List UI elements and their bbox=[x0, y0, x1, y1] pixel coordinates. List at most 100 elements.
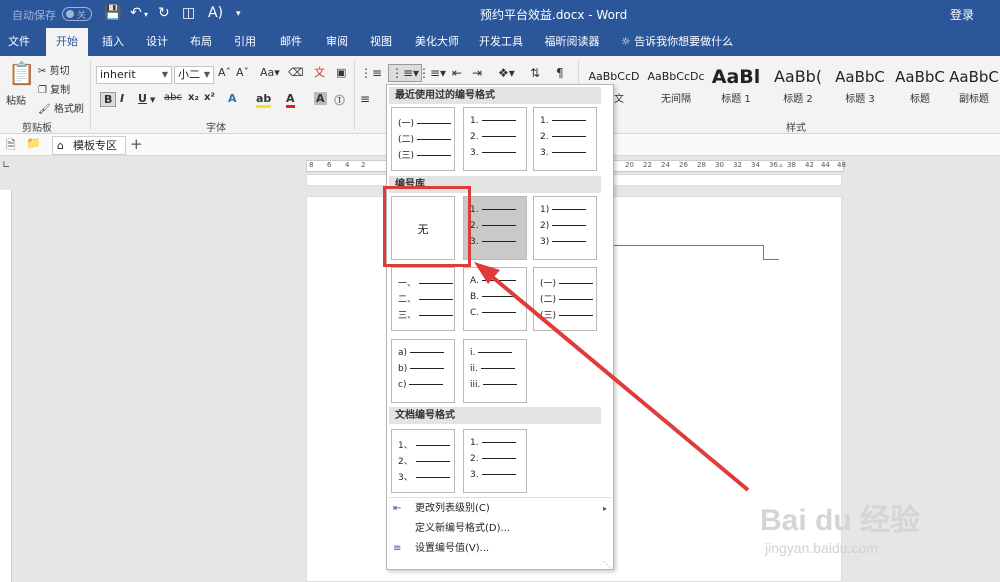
save-icon[interactable]: 💾 bbox=[104, 5, 121, 21]
text-effects-icon[interactable]: A bbox=[228, 92, 237, 105]
list-row: 3. bbox=[540, 148, 586, 158]
paste-button[interactable]: 粘贴 bbox=[6, 92, 26, 107]
number-label: 3) bbox=[540, 237, 550, 247]
numbering-format-cell[interactable]: a) b) c) bbox=[391, 339, 455, 403]
list-row: 3. bbox=[470, 148, 516, 158]
define-new-format-item[interactable]: 定义新编号格式(D)... bbox=[387, 519, 613, 539]
set-numbering-value-item[interactable]: ≡ 设置编号值(V)... bbox=[387, 539, 613, 559]
tab-selector-icon[interactable]: ∟ bbox=[2, 160, 10, 171]
style-subtitle[interactable]: AaBbC 副标题 bbox=[948, 64, 1000, 112]
tab-insert[interactable]: 插入 bbox=[96, 28, 130, 56]
folder-icon[interactable]: 📁 bbox=[26, 136, 41, 150]
sort-icon[interactable]: ⇅ bbox=[530, 66, 540, 80]
login-link[interactable]: 登录 bbox=[950, 6, 974, 23]
chinese-layout-icon[interactable]: ❖▾ bbox=[498, 66, 515, 80]
ruler-number: 4 bbox=[345, 161, 350, 169]
print-preview-icon[interactable]: ◫ bbox=[182, 5, 195, 21]
numbering-format-cell[interactable]: A. B. C. bbox=[463, 267, 527, 331]
style-sample: AaBbC bbox=[949, 68, 999, 86]
bold-icon[interactable]: B bbox=[100, 92, 117, 107]
change-list-level-item[interactable]: ⇤ 更改列表级别(C) ▸ bbox=[387, 499, 613, 519]
numbering-format-cell[interactable]: 1. 2. 3. bbox=[463, 196, 527, 260]
tab-review[interactable]: 审阅 bbox=[320, 28, 354, 56]
tab-foxit[interactable]: 福昕阅读器 bbox=[540, 28, 604, 56]
style-title[interactable]: AaBbC 标题 bbox=[890, 64, 950, 112]
numbering-format-cell[interactable]: i. ii. iii. bbox=[463, 339, 527, 403]
change-case-icon[interactable]: Aa▾ bbox=[260, 66, 280, 79]
strikethrough-icon[interactable]: abc bbox=[164, 92, 182, 103]
font-color-icon[interactable]: A bbox=[286, 92, 295, 108]
clear-format-icon[interactable]: ⌫ bbox=[288, 66, 304, 79]
undo-icon[interactable]: ↶ bbox=[130, 5, 142, 21]
number-label: 二、 bbox=[398, 295, 417, 305]
increase-indent-icon[interactable]: ⇥ bbox=[472, 66, 482, 80]
align-left-icon[interactable]: ≡ bbox=[360, 92, 370, 106]
style-heading-1[interactable]: AaBl 标题 1 bbox=[706, 64, 766, 112]
font-size-combo[interactable]: 小二 ▼ bbox=[174, 66, 214, 84]
cut-button[interactable]: ✂ 剪切 bbox=[38, 62, 70, 77]
template-tab-label: 模板专区 bbox=[73, 139, 117, 152]
show-marks-icon[interactable]: ¶ bbox=[556, 66, 564, 80]
redo-icon[interactable]: ↻ bbox=[158, 5, 170, 21]
header-rule bbox=[763, 259, 779, 260]
underline-dropdown-icon[interactable]: ▼ bbox=[150, 96, 155, 104]
vertical-ruler[interactable] bbox=[0, 190, 12, 582]
template-tab[interactable]: ⌂ 模板专区 bbox=[52, 136, 126, 155]
customize-toolbar-icon[interactable]: ▾ bbox=[236, 9, 241, 19]
numbering-format-cell[interactable]: 1、 2、 3、 bbox=[391, 429, 455, 493]
decrease-indent-icon[interactable]: ⇤ bbox=[452, 66, 462, 80]
undo-dropdown-icon[interactable]: ▾ bbox=[144, 10, 148, 19]
divider bbox=[354, 60, 355, 130]
tab-mailings[interactable]: 邮件 bbox=[274, 28, 308, 56]
list-row: 2. bbox=[470, 454, 516, 464]
superscript-icon[interactable]: x² bbox=[204, 92, 215, 103]
style-no-spacing[interactable]: AaBbCcDc 无间隔 bbox=[646, 64, 706, 112]
shrink-font-icon[interactable]: Aˇ bbox=[236, 66, 249, 79]
tab-home[interactable]: 开始 bbox=[46, 28, 88, 56]
numbering-format-cell[interactable]: 1) 2) 3) bbox=[533, 196, 597, 260]
tab-references[interactable]: 引用 bbox=[228, 28, 262, 56]
font-name-combo[interactable]: inherit ▼ bbox=[96, 66, 172, 84]
char-shading-icon[interactable]: A bbox=[314, 92, 327, 105]
tab-beautify[interactable]: 美化大师 bbox=[410, 28, 464, 56]
numbering-icon[interactable]: ⋮≡▾ bbox=[388, 64, 423, 82]
add-tab-button[interactable]: + bbox=[130, 135, 143, 153]
numbering-format-cell[interactable]: (一) (二) (三) bbox=[533, 267, 597, 331]
numbering-format-cell[interactable]: 1. 2. 3. bbox=[463, 429, 527, 493]
tab-developer[interactable]: 开发工具 bbox=[474, 28, 528, 56]
phonetic-guide-icon[interactable]: 文 bbox=[314, 64, 325, 80]
grow-font-icon[interactable]: Aˆ bbox=[218, 66, 231, 79]
tab-file[interactable]: 文件 bbox=[0, 28, 38, 56]
format-painter-button[interactable]: 🖌 格式刷 bbox=[38, 100, 84, 115]
set-value-icon: ≡ bbox=[393, 543, 402, 554]
highlight-icon[interactable]: ab bbox=[256, 92, 272, 108]
char-border-icon[interactable]: ▣ bbox=[336, 66, 346, 79]
paste-icon[interactable]: 📋 bbox=[8, 62, 35, 87]
read-aloud-icon[interactable]: A) bbox=[208, 5, 223, 21]
autosave-toggle[interactable]: 关 bbox=[62, 7, 92, 21]
menu-label: 定义新编号格式(D)... bbox=[415, 523, 511, 534]
copy-button[interactable]: ❐ 复制 bbox=[38, 81, 70, 96]
tell-me-search[interactable]: ☼ 告诉我你想要做什么 bbox=[620, 28, 734, 56]
numbering-format-cell[interactable]: 1. 2. 3. bbox=[463, 107, 527, 171]
subscript-icon[interactable]: x₂ bbox=[188, 92, 199, 103]
bullets-icon[interactable]: ⋮≡ bbox=[360, 66, 382, 80]
multilevel-list-icon[interactable]: ⋮≡▾ bbox=[418, 66, 446, 80]
ruler-number: 36 bbox=[769, 161, 778, 169]
numbering-format-cell[interactable]: (一) (二) (三) bbox=[391, 107, 455, 171]
number-label: 3. bbox=[470, 237, 479, 247]
numbering-format-cell[interactable]: 1. 2. 3. bbox=[533, 107, 597, 171]
style-heading-2[interactable]: AaBb( 标题 2 bbox=[768, 64, 828, 112]
italic-icon[interactable]: I bbox=[120, 92, 124, 105]
new-doc-icon[interactable]: 🗎 bbox=[6, 136, 16, 157]
numbering-format-cell[interactable]: 一、 二、 三、 bbox=[391, 267, 455, 331]
underline-icon[interactable]: U bbox=[138, 92, 147, 105]
tab-design[interactable]: 设计 bbox=[140, 28, 174, 56]
enclose-char-icon[interactable]: ⓵ bbox=[334, 92, 345, 108]
resize-grip-icon[interactable]: ⋱ bbox=[603, 560, 611, 569]
tab-view[interactable]: 视图 bbox=[364, 28, 398, 56]
right-indent-marker-icon[interactable]: ▵ bbox=[779, 161, 783, 169]
tab-layout[interactable]: 布局 bbox=[184, 28, 218, 56]
format-painter-label: 格式刷 bbox=[53, 104, 84, 115]
style-heading-3[interactable]: AaBbC 标题 3 bbox=[830, 64, 890, 112]
